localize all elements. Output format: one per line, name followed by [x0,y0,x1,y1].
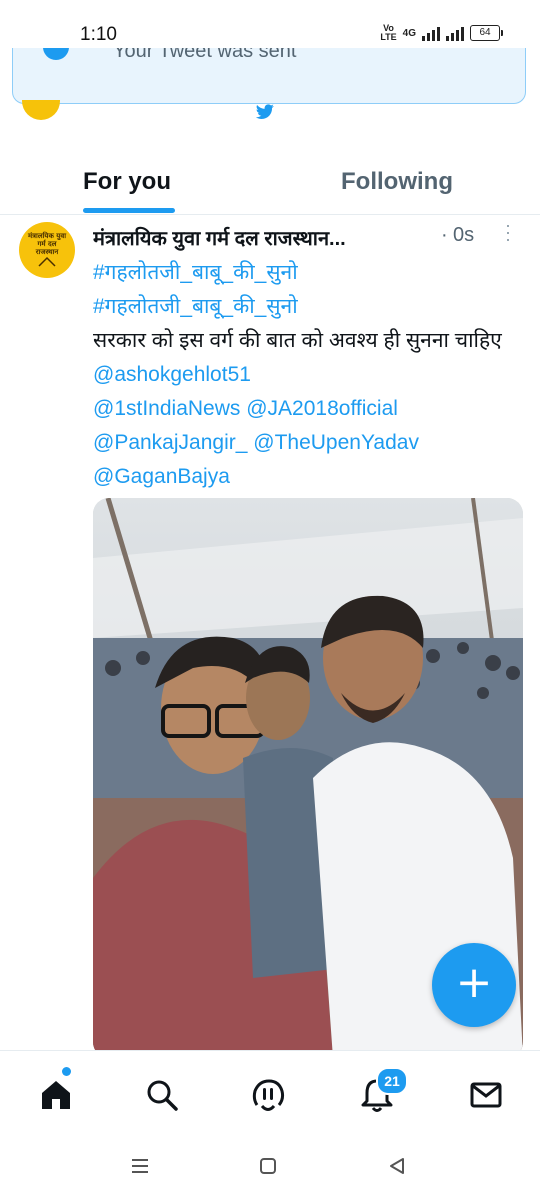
info-icon [43,48,69,60]
hashtag-link[interactable]: #गहलोतजी_बाबू_की_सुनो [93,261,298,284]
home-unread-dot [62,1067,71,1076]
volte-icon: Vo LTE [380,23,397,42]
hashtag-link[interactable]: #गहलोतजी_बाबू_की_सुनो [93,295,298,318]
compose-tweet-button[interactable]: + [432,943,516,1027]
author-name[interactable]: मंत्रालयिक युवा गर्म दल राजस्थान... [93,224,439,251]
avatar-text: मंत्रालयिक युवा गर्म दल राजस्थान [27,232,67,256]
active-tab-indicator [83,208,175,213]
toast-text: Your Tweet was sent [113,48,297,62]
more-options-icon[interactable]: · · · [503,216,513,248]
system-navigation-bar [0,1134,540,1200]
tweet-text: #गहलोतजी_बाबू_की_सुनो #गहलोतजी_बाबू_की_स… [93,256,533,494]
recent-apps-icon[interactable] [130,1158,150,1174]
bottom-navigation [0,1050,540,1135]
logo-emblem-icon [38,256,56,267]
mention-link[interactable]: @PankajJangir_ [93,431,247,454]
mention-link[interactable]: @ashokgehlot51 [93,363,251,386]
timeline-tabs: For you Following [0,150,540,215]
back-icon[interactable] [388,1157,406,1175]
notification-count-badge: 21 [376,1067,408,1095]
header-avatar[interactable] [22,100,60,120]
tab-for-you[interactable]: For you [83,168,171,196]
clock: 1:10 [80,24,117,45]
tweet-time[interactable]: 0s [453,224,474,247]
mention-link[interactable]: @JA2018official [246,397,398,420]
mention-link[interactable]: @TheUpenYadav [253,431,419,454]
mention-link[interactable]: @1stIndiaNews [93,397,240,420]
network-type: 4G [402,27,416,39]
signal-icon-2 [446,25,464,41]
home-icon[interactable] [36,1075,76,1115]
search-icon[interactable] [142,1075,182,1115]
battery-icon: 64 [470,25,503,41]
home-system-icon[interactable] [259,1157,277,1175]
status-icons: Vo LTE 4G 64 [380,23,503,42]
author-avatar[interactable]: मंत्रालयिक युवा गर्म दल राजस्थान [19,222,75,278]
separator: · [441,224,448,246]
tweet-header: मंत्रालयिक युवा गर्म दल राजस्थान... · 0s… [93,216,533,254]
plus-icon: + [455,957,493,1008]
signal-icon [422,25,440,41]
mail-icon[interactable] [466,1075,506,1115]
spaces-icon[interactable] [248,1075,288,1115]
mention-link[interactable]: @GaganBajya [93,465,230,488]
tweet-message: सरकार को इस वर्ग की बात को अवश्य ही सुनन… [93,329,502,352]
twitter-logo-icon [254,104,276,124]
tweet-sent-toast[interactable]: Your Tweet was sent [12,48,526,104]
tab-following[interactable]: Following [341,168,453,196]
